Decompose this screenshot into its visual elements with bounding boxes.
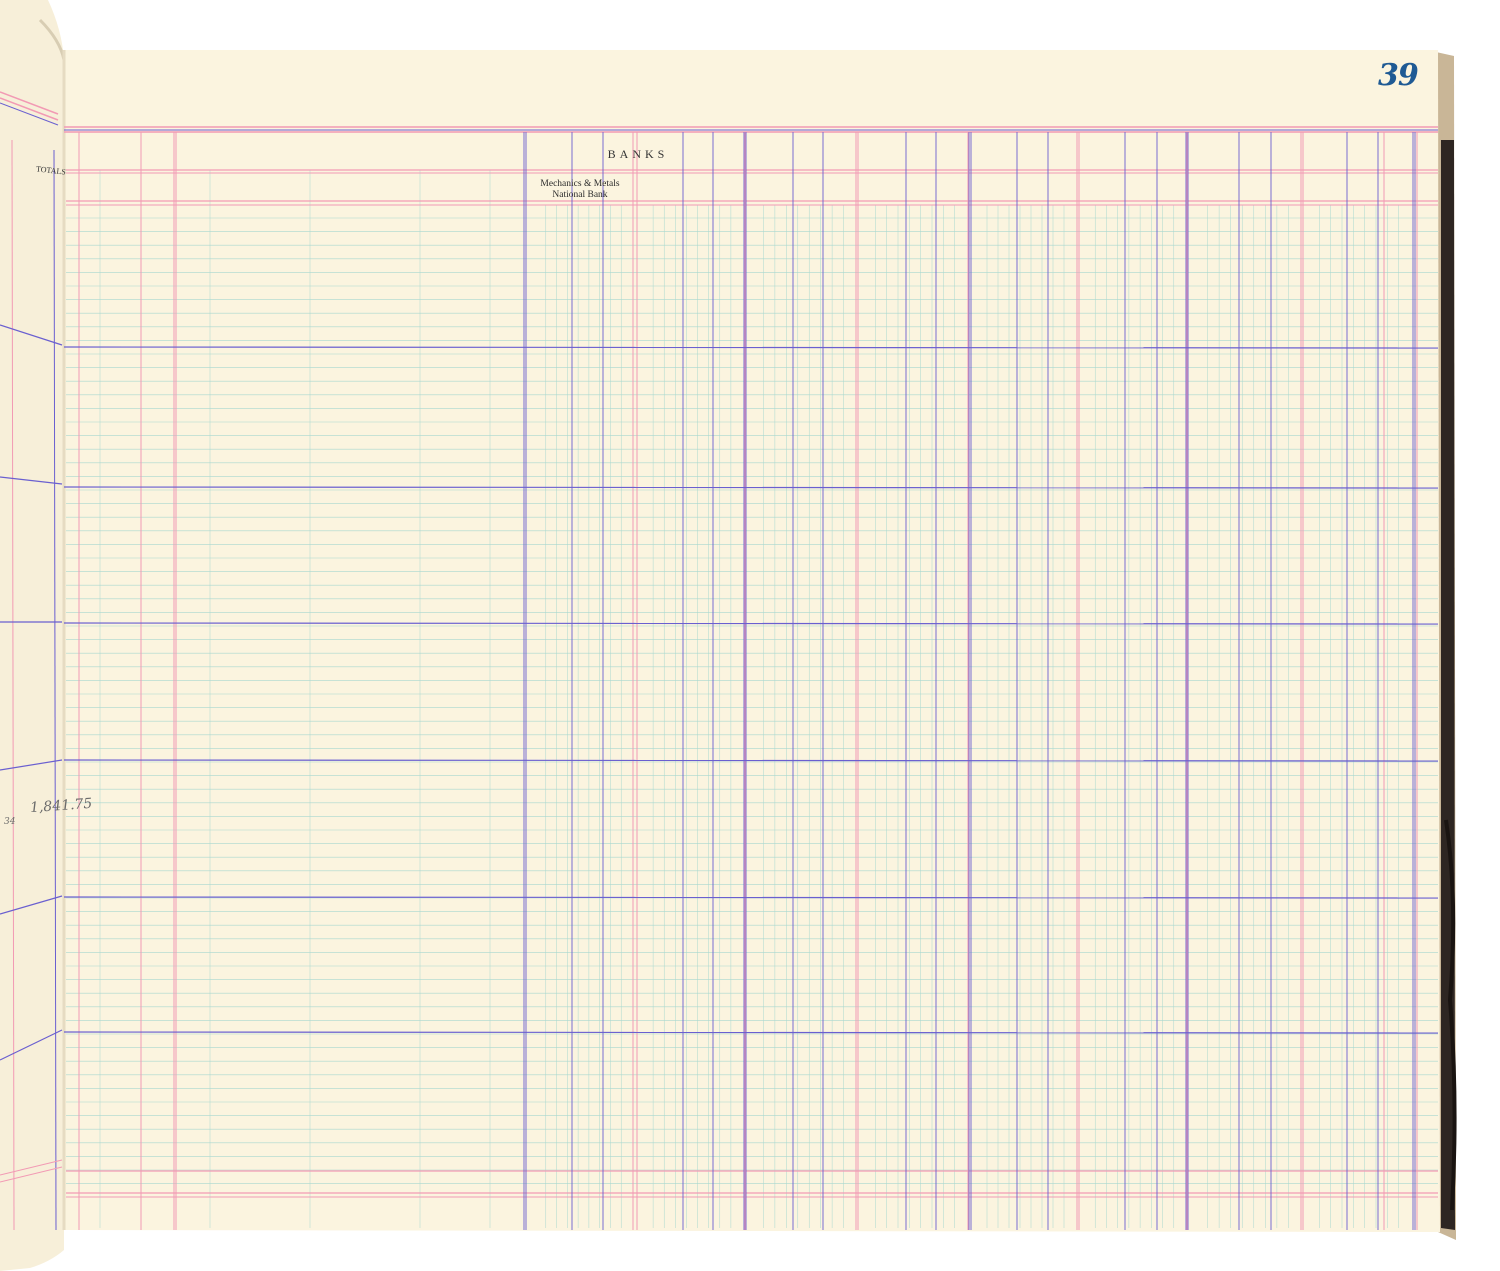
ledger-scene [0, 0, 1500, 1271]
left-facing-page [0, 0, 66, 1271]
ledger-page [64, 50, 1440, 1232]
page-number: 39 [1378, 58, 1419, 93]
column-header-line2: National Bank [552, 190, 608, 200]
banks-heading: BANKS [607, 147, 669, 161]
column-header-line1: Mechanics & Metals [540, 179, 620, 189]
left-handwritten-number: 34 [4, 817, 16, 827]
column-header-mechanics-metals: Mechanics & Metals National Bank [526, 179, 634, 201]
